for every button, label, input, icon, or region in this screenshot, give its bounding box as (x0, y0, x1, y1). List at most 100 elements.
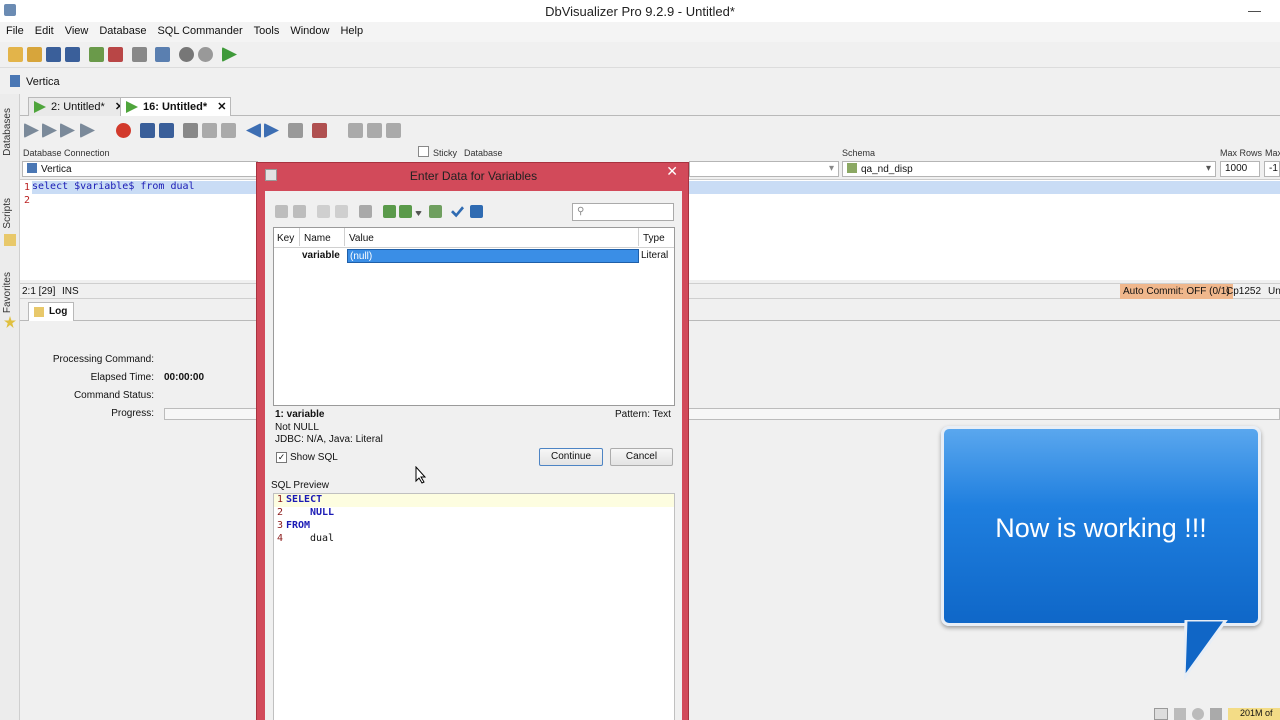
continue-button[interactable]: Continue (539, 448, 603, 466)
connect-icon[interactable] (89, 47, 104, 62)
stop-execution-icon[interactable] (116, 123, 131, 138)
minimize-button[interactable]: — (1248, 3, 1261, 18)
execute-current-icon[interactable] (42, 123, 57, 138)
max-rows-input[interactable]: 1000 (1220, 161, 1260, 177)
panel-icon[interactable] (1210, 708, 1222, 720)
chevron-down-icon: ▾ (1205, 163, 1211, 174)
tab-untitled-16[interactable]: 16: Untitled* ✕ (120, 97, 232, 116)
chevron-down-icon[interactable] (415, 211, 422, 216)
menu-file[interactable]: File (0, 22, 29, 37)
comment-icon[interactable] (367, 123, 382, 138)
add-variable-icon[interactable] (275, 205, 288, 218)
save-as-icon[interactable] (159, 123, 174, 138)
copy-icon[interactable] (317, 205, 330, 218)
execute-buffer-icon[interactable] (60, 123, 75, 138)
monitor-icon[interactable] (1174, 708, 1186, 720)
elapsed-time-value: 00:00:00 (164, 372, 205, 383)
copy-icon[interactable] (202, 123, 217, 138)
save-all-icon[interactable] (65, 47, 80, 62)
main-toolbar (0, 42, 1280, 68)
tab-close-icon[interactable]: ✕ (217, 101, 226, 113)
properties-icon[interactable] (155, 47, 170, 62)
window-title: DbVisualizer Pro 9.2.9 - Untitled* (545, 4, 735, 19)
cancel-button[interactable]: Cancel (610, 448, 673, 466)
menu-database[interactable]: Database (93, 22, 151, 37)
menu-help[interactable]: Help (334, 22, 368, 37)
history-icon[interactable] (288, 123, 303, 138)
schema-label: Schema (842, 148, 876, 158)
tab-log[interactable]: Log (28, 302, 74, 321)
connection-select[interactable]: Vertica (22, 161, 258, 177)
processing-command-label: Processing Command: (52, 354, 154, 365)
filter-search-input[interactable]: ⚲ (572, 203, 674, 221)
stop-icon[interactable] (132, 47, 147, 62)
refresh-icon[interactable] (179, 47, 194, 62)
title-bar: DbVisualizer Pro 9.2.9 - Untitled* — (0, 0, 1280, 22)
table-row[interactable]: variable (null) Literal (274, 249, 674, 264)
progress-label: Progress: (111, 408, 154, 419)
menu-edit[interactable]: Edit (29, 22, 59, 37)
sticky-label: Sticky (433, 148, 458, 158)
clear-icon[interactable] (312, 123, 327, 138)
execute-icon[interactable] (24, 123, 39, 138)
line-number: 1 (24, 182, 31, 193)
undo-icon[interactable] (359, 205, 372, 218)
database-label: Database (464, 148, 503, 158)
dialog-body: ⚲ Key Name Value Type variable (null) Li… (265, 191, 682, 720)
column-separator (638, 228, 639, 246)
databases-side-tab[interactable]: Databases (2, 108, 13, 156)
max-rows-label: Max Rows (1220, 148, 1263, 158)
variable-value-input[interactable]: (null) (347, 249, 639, 263)
sql-keyword: SELECT (286, 494, 323, 505)
sql-commander-icon (34, 101, 46, 113)
editor-settings-header: Database Connection Sticky Database Sche… (20, 146, 1280, 160)
favorites-side-tab[interactable]: Favorites (2, 272, 13, 313)
paste-icon[interactable] (221, 123, 236, 138)
menu-tools[interactable]: Tools (248, 22, 285, 37)
load-menu-icon[interactable] (399, 205, 412, 218)
auto-commit-status[interactable]: Auto Commit: OFF (0/1) (1120, 284, 1233, 299)
scripts-side-tab[interactable]: Scripts (2, 198, 13, 229)
tab-label: 2: Untitled* (51, 101, 105, 113)
load-icon[interactable] (383, 205, 396, 218)
dialog-close-button[interactable]: ✕ (666, 163, 678, 180)
run-icon[interactable] (222, 47, 237, 62)
schema-select[interactable]: qa_nd_disp ▾ (842, 161, 1216, 177)
sql-preview-line: 4 dual (274, 533, 674, 546)
column-value: Value (349, 233, 374, 244)
grid-icon[interactable] (1154, 708, 1168, 720)
reload-icon[interactable] (198, 47, 213, 62)
sql-preview-label: SQL Preview (271, 480, 329, 491)
paste-icon[interactable] (335, 205, 348, 218)
menu-view[interactable]: View (59, 22, 94, 37)
save-script-icon[interactable] (140, 123, 155, 138)
execute-explain-icon[interactable] (80, 123, 95, 138)
back-icon[interactable] (246, 123, 261, 138)
sticky-checkbox[interactable] (418, 146, 429, 157)
max-chars-input[interactable]: -1 (1264, 161, 1280, 177)
open-recent-icon[interactable] (27, 47, 42, 62)
uncomment-icon[interactable] (386, 123, 401, 138)
k-icon[interactable] (470, 205, 483, 218)
tab-untitled-2[interactable]: 2: Untitled*✕ (28, 97, 130, 116)
check-icon[interactable] (451, 206, 464, 218)
cut-icon[interactable] (183, 123, 198, 138)
disconnect-icon[interactable] (108, 47, 123, 62)
forward-icon[interactable] (264, 123, 279, 138)
memory-usage[interactable]: 201M of (1228, 708, 1280, 720)
line-number: 3 (277, 520, 284, 531)
menu-sql-commander[interactable]: SQL Commander (151, 22, 247, 37)
database-select[interactable]: ▾ (689, 161, 839, 177)
show-sql-checkbox[interactable]: ✓ (276, 452, 287, 463)
save-icon[interactable] (46, 47, 61, 62)
remove-variable-icon[interactable] (293, 205, 306, 218)
menu-window[interactable]: Window (284, 22, 334, 37)
save-values-icon[interactable] (429, 205, 442, 218)
settings-icon[interactable] (1192, 708, 1204, 720)
enter-data-dialog: Enter Data for Variables ✕ ⚲ Key Name Va… (256, 162, 689, 720)
scripts-icon (4, 234, 16, 246)
sql-keyword: FROM (286, 520, 311, 531)
variable-not-null: Not NULL (275, 422, 319, 433)
format-icon[interactable] (348, 123, 363, 138)
open-folder-icon[interactable] (8, 47, 23, 62)
